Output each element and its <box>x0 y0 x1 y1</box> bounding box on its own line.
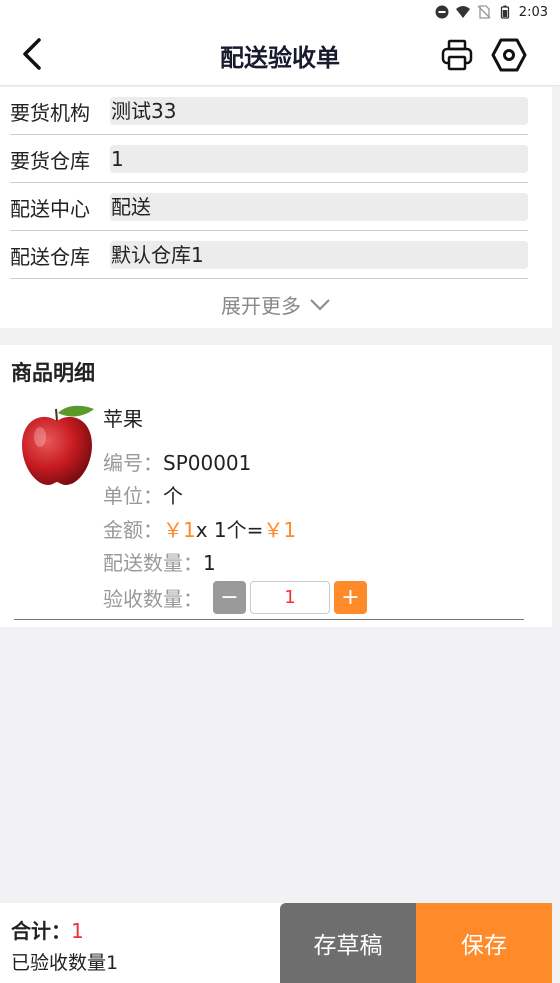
printer-icon <box>441 39 473 71</box>
info-label: 要货仓库 <box>10 149 90 173</box>
expand-more-button[interactable]: 展开更多 <box>0 290 552 319</box>
increment-button[interactable]: + <box>334 580 367 614</box>
accepted-label: 验收数量： <box>103 587 203 611</box>
print-button[interactable] <box>437 35 477 75</box>
delivered-qty-row: 配送数量：1 <box>103 547 216 576</box>
info-label: 配送仓库 <box>10 245 90 269</box>
distribution-warehouse-field[interactable]: 默认仓库1 <box>110 241 528 269</box>
status-icons: 2:03 <box>435 2 548 22</box>
distribution-center-field[interactable]: 配送 <box>110 193 528 221</box>
divider <box>14 619 524 620</box>
apple-product-image <box>22 405 94 485</box>
goods-detail-card: 商品明细 苹果 编号：SP00001 单位：个 金额：￥1x 1个=￥1 配送数… <box>0 345 552 627</box>
product-amount-row: 金额：￥1x 1个=￥1 <box>103 514 296 543</box>
info-label: 配送中心 <box>10 197 90 221</box>
amount-label: 金额： <box>103 518 163 542</box>
requesting-org-field[interactable]: 测试33 <box>110 97 528 125</box>
product-unit: 个 <box>163 484 183 508</box>
info-row-requesting-org: 要货机构 测试33 <box>10 87 528 135</box>
product-code-row: 编号：SP00001 <box>103 447 251 476</box>
do-not-disturb-icon <box>435 5 449 19</box>
unit-label: 单位： <box>103 484 163 508</box>
requesting-warehouse-field[interactable]: 1 <box>110 145 528 173</box>
status-time: 2:03 <box>518 4 548 20</box>
info-row-requesting-warehouse: 要货仓库 1 <box>10 135 528 183</box>
chevron-down-icon <box>310 298 330 310</box>
bottom-action-bar: 合计：1 已验收数量1 存草稿 保存 <box>0 903 552 983</box>
app-header: 配送验收单 <box>0 24 560 86</box>
unit-price: ￥1 <box>163 518 196 542</box>
save-draft-button[interactable]: 存草稿 <box>280 903 416 983</box>
info-row-distribution-center: 配送中心 配送 <box>10 183 528 231</box>
code-label: 编号： <box>103 451 163 475</box>
total-value: 1 <box>71 919 84 943</box>
delivered-qty: 1 <box>203 551 216 575</box>
decrement-button[interactable]: − <box>213 580 246 614</box>
save-button[interactable]: 保存 <box>416 903 552 983</box>
product-code: SP00001 <box>163 451 252 475</box>
accepted-qty-row: 验收数量： <box>103 583 203 612</box>
battery-icon <box>500 5 509 19</box>
delivered-label: 配送数量： <box>103 551 203 575</box>
info-label: 要货机构 <box>10 101 90 125</box>
hexagon-settings-icon <box>491 38 527 72</box>
settings-button[interactable] <box>489 35 529 75</box>
expand-more-label: 展开更多 <box>221 294 301 318</box>
accepted-qty-input[interactable]: 1 <box>250 580 330 614</box>
accepted-qty-stepper: − 1 + <box>213 580 367 614</box>
no-sim-icon <box>477 5 491 19</box>
status-bar: 2:03 <box>0 0 560 24</box>
line-amount: ￥1 <box>263 518 297 542</box>
wifi-icon <box>455 6 470 18</box>
info-card: 要货机构 测试33 要货仓库 1 配送中心 配送 配送仓库 默认仓库1 展开更多 <box>0 87 552 328</box>
info-row-distribution-warehouse: 配送仓库 默认仓库1 <box>10 231 528 279</box>
accepted-summary: 已验收数量1 <box>11 952 119 974</box>
product-unit-row: 单位：个 <box>103 480 183 509</box>
total-summary: 合计：1 <box>11 915 84 944</box>
section-title: 商品明细 <box>11 361 95 385</box>
quantity-text: x 1个= <box>195 518 264 542</box>
product-name: 苹果 <box>103 407 143 431</box>
total-label: 合计： <box>11 919 71 943</box>
